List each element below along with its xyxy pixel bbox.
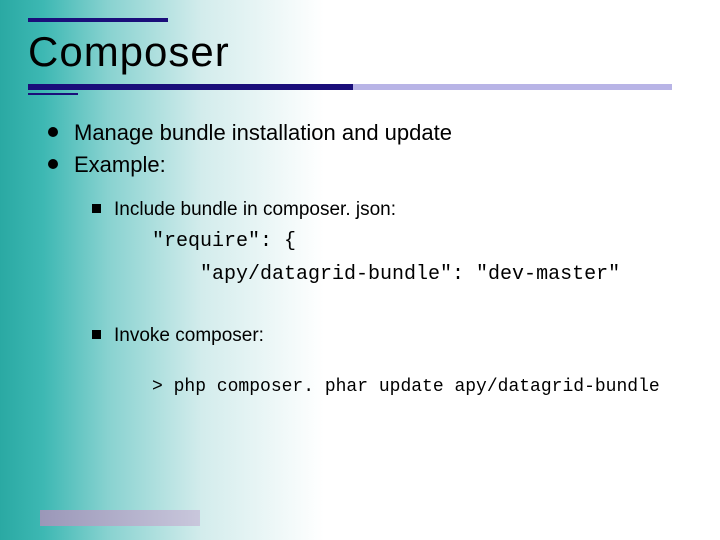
bullet-manage: Manage bundle installation and update: [48, 118, 696, 148]
code-command: > php composer. phar update apy/datagrid…: [48, 375, 696, 400]
footer-accent-bar: [40, 510, 200, 526]
slide-title: Composer: [28, 28, 230, 76]
sub-bullet-include: Include bundle in composer. json:: [48, 197, 696, 223]
title-bar: Composer: [28, 18, 702, 90]
sub-bullet-invoke: Invoke composer:: [48, 323, 696, 349]
title-underline-dark: [28, 84, 353, 90]
title-underline: [28, 84, 702, 98]
code-require-line2: "apy/datagrid-bundle": "dev-master": [48, 260, 696, 289]
slide: Composer Manage bundle installation and …: [0, 0, 720, 540]
code-require-line1: "require": {: [48, 227, 696, 256]
title-accent-top: [28, 18, 168, 22]
title-underline-light: [353, 84, 672, 90]
slide-content: Manage bundle installation and update Ex…: [48, 118, 696, 400]
bullet-example: Example:: [48, 150, 696, 180]
title-underline-thin: [28, 93, 78, 95]
